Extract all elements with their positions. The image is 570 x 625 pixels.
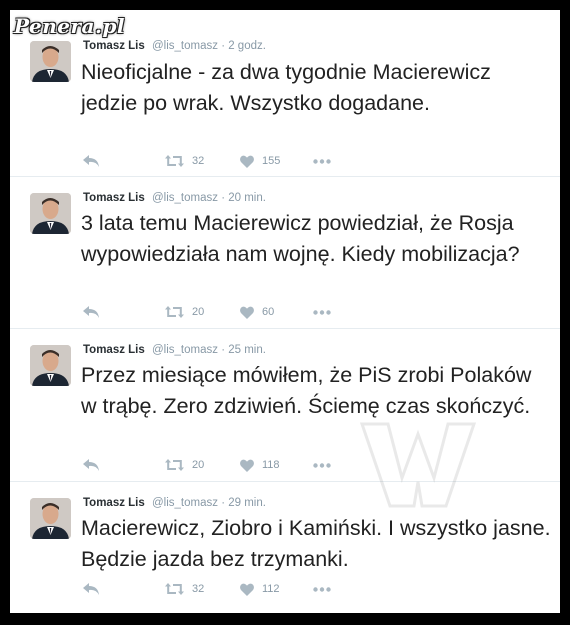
- tweet-text: Przez miesiące mówiłem, że PiS zrobi Pol…: [81, 363, 532, 418]
- author-name[interactable]: Tomasz Lis: [83, 344, 145, 356]
- like-button[interactable]: 118: [240, 455, 280, 475]
- retweet-button[interactable]: 32: [165, 579, 204, 599]
- heart-icon: [240, 459, 254, 472]
- tweet-text: 3 lata temu Macierewicz powiedział, że R…: [81, 211, 520, 266]
- tweet-time[interactable]: · 29 min.: [221, 497, 266, 509]
- tweet-header: Tomasz Lis @lis_tomasz · 20 min.: [83, 192, 266, 204]
- tweet-text: Macierewicz, Ziobro i Kamiński. I wszyst…: [81, 516, 551, 571]
- retweet-icon: [165, 306, 184, 318]
- avatar[interactable]: [30, 193, 71, 234]
- like-button[interactable]: 60: [240, 302, 274, 322]
- tweet-time[interactable]: · 25 min.: [221, 344, 266, 356]
- retweet-button[interactable]: 20: [165, 302, 204, 322]
- retweet-icon: [165, 583, 184, 595]
- like-button[interactable]: 155: [240, 151, 280, 171]
- more-button[interactable]: [313, 579, 331, 599]
- like-count: 112: [262, 583, 280, 595]
- reply-icon: [83, 306, 99, 318]
- tweet[interactable]: Tomasz Lis @lis_tomasz · 29 min. Maciere…: [10, 482, 560, 613]
- retweet-icon: [165, 459, 184, 471]
- author-name[interactable]: Tomasz Lis: [83, 192, 145, 204]
- retweet-count: 32: [192, 155, 205, 167]
- heart-icon: [240, 583, 254, 596]
- more-dots-icon: [313, 586, 331, 592]
- tweet-header: Tomasz Lis @lis_tomasz · 29 min.: [83, 497, 266, 509]
- author-handle[interactable]: @lis_tomasz: [152, 192, 218, 204]
- retweet-count: 20: [192, 459, 205, 471]
- site-watermark: Penera.pl: [14, 14, 126, 38]
- reply-icon: [83, 155, 99, 167]
- avatar[interactable]: [30, 41, 71, 82]
- author-handle[interactable]: @lis_tomasz: [152, 497, 218, 509]
- author-handle[interactable]: @lis_tomasz: [152, 40, 218, 52]
- more-dots-icon: [313, 158, 331, 164]
- author-name[interactable]: Tomasz Lis: [83, 40, 145, 52]
- w-logo-watermark: [360, 422, 476, 508]
- tweet-header: Tomasz Lis @lis_tomasz · 25 min.: [83, 344, 266, 356]
- more-dots-icon: [313, 309, 331, 315]
- tweet-header: Tomasz Lis @lis_tomasz · 2 godz.: [83, 40, 266, 52]
- retweet-button[interactable]: 20: [165, 455, 204, 475]
- heart-icon: [240, 306, 254, 319]
- more-button[interactable]: [313, 151, 331, 171]
- more-button[interactable]: [313, 455, 331, 475]
- like-count: 60: [262, 306, 275, 318]
- tweet[interactable]: Tomasz Lis @lis_tomasz · 20 min. 3 lata …: [10, 177, 560, 329]
- reply-icon: [83, 583, 99, 595]
- tweet-time[interactable]: · 2 godz.: [221, 40, 266, 52]
- like-count: 155: [262, 155, 281, 167]
- tweet[interactable]: Tomasz Lis @lis_tomasz · 25 min. Przez m…: [10, 329, 560, 482]
- author-handle[interactable]: @lis_tomasz: [152, 344, 218, 356]
- retweet-button[interactable]: 32: [165, 151, 204, 171]
- tweet-time[interactable]: · 20 min.: [221, 192, 266, 204]
- heart-icon: [240, 155, 254, 168]
- reply-button[interactable]: [83, 579, 100, 599]
- reply-button[interactable]: [83, 151, 100, 171]
- like-button[interactable]: 112: [240, 579, 280, 599]
- more-button[interactable]: [313, 302, 331, 322]
- avatar[interactable]: [30, 498, 71, 539]
- author-name[interactable]: Tomasz Lis: [83, 497, 145, 509]
- reply-button[interactable]: [83, 302, 100, 322]
- tweet-text: Nieoficjalne - za dwa tygodnie Macierewi…: [81, 60, 491, 115]
- reply-button[interactable]: [83, 455, 100, 475]
- retweet-count: 20: [192, 306, 205, 318]
- tweet-screenshot: Penera.pl Tomasz Lis @lis_tomasz · 2 god…: [10, 10, 560, 613]
- retweet-icon: [165, 155, 184, 167]
- avatar[interactable]: [30, 345, 71, 386]
- more-dots-icon: [313, 462, 331, 468]
- like-count: 118: [262, 459, 280, 471]
- retweet-count: 32: [192, 583, 205, 595]
- reply-icon: [83, 459, 99, 471]
